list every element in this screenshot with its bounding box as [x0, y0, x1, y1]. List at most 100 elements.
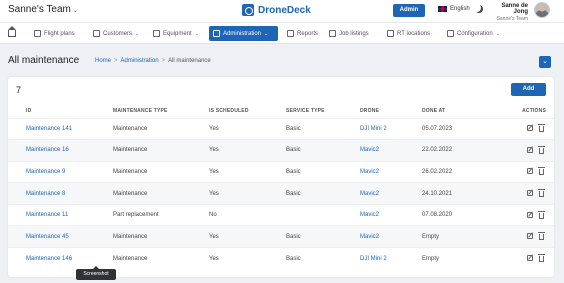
cell-is-scheduled: Yes — [209, 117, 286, 140]
nav-equipment[interactable]: Equipment ⌄ — [149, 26, 203, 41]
drone-link[interactable]: Mavic2 — [360, 191, 379, 197]
trash-icon[interactable] — [538, 254, 545, 263]
maintenance-link[interactable]: Maintenance 141 — [26, 126, 72, 132]
nav-configuration[interactable]: Configuration ⌄ — [443, 26, 504, 41]
row-actions — [508, 254, 554, 263]
edit-icon[interactable] — [527, 146, 533, 153]
table-row[interactable]: Maintenance 45 Maintenance Yes Basic Mavic2 E… — [8, 225, 554, 248]
trash-icon[interactable] — [538, 189, 545, 198]
trash-icon[interactable] — [538, 210, 545, 219]
trash-icon[interactable] — [538, 167, 545, 176]
cell-maintenance-type: Maintenance — [113, 160, 209, 183]
cell-id: Maintenance 16 — [8, 139, 113, 162]
row-actions — [508, 145, 554, 154]
edit-icon[interactable] — [527, 125, 533, 132]
drone-link[interactable]: Mavic2 — [360, 169, 379, 175]
drone-link[interactable]: Mavic2 — [360, 147, 379, 153]
maintenance-link[interactable]: Maintenance 16 — [26, 147, 69, 153]
table-row[interactable]: Maintenance 146 Maintenance Yes Basic DJI Mi… — [8, 247, 554, 270]
table-row[interactable]: Maintenance 9 Maintenance Yes Basic Mavic2 26… — [8, 160, 554, 183]
cell-id: Maintenance 141 — [8, 117, 113, 140]
trash-icon[interactable] — [538, 124, 545, 133]
row-actions — [508, 210, 554, 219]
cell-maintenance-type: Maintenance — [113, 117, 209, 140]
cell-service-type: Basic — [286, 160, 360, 183]
equipment-icon — [153, 30, 160, 37]
cell-done-at: 07.08.2020 — [422, 203, 508, 226]
nav-flight-plans[interactable]: Flight plans — [30, 26, 79, 41]
plane-icon — [34, 30, 41, 37]
column-header-maintenance-type[interactable]: MAINTENANCE TYPE — [113, 104, 209, 118]
trash-icon[interactable] — [538, 145, 545, 154]
nav-reports[interactable]: Reports — [283, 26, 322, 41]
home-icon[interactable] — [8, 26, 16, 37]
cell-actions — [508, 117, 554, 140]
admin-button[interactable]: Admin — [393, 4, 425, 17]
row-actions — [508, 167, 554, 176]
cell-maintenance-type: Part replacement — [113, 203, 209, 226]
nav-label: Reports — [297, 30, 319, 37]
trash-icon[interactable] — [538, 232, 545, 241]
user-menu[interactable]: Sanne de Jong Sanne's Team — [486, 3, 528, 22]
nav-customers[interactable]: Customers ⌄ — [89, 26, 143, 41]
nav-job-listings[interactable]: Job listings — [325, 26, 373, 41]
edit-icon[interactable] — [527, 233, 533, 240]
table-row[interactable]: Maintenance 11 Part replacement No Mavic2 07… — [8, 203, 554, 226]
jobs-icon — [329, 30, 336, 37]
cell-service-type: Basic — [286, 117, 360, 140]
edit-icon[interactable] — [527, 168, 533, 175]
avatar[interactable] — [534, 2, 550, 18]
drone-link[interactable]: DJI Mini 2 — [360, 126, 387, 132]
cell-id: Maintenance 8 — [8, 182, 113, 205]
collapse-toggle-button[interactable]: ⌄ — [539, 56, 551, 68]
cell-service-type: Basic — [286, 247, 360, 270]
reports-icon — [287, 30, 294, 37]
breadcrumb: Home > Administration > All maintenance — [95, 58, 211, 64]
nav-rt-locations[interactable]: RT locations — [383, 26, 434, 41]
cell-id: Maintenance 11 — [8, 203, 113, 226]
maintenance-link[interactable]: Maintenance 11 — [26, 212, 68, 218]
maintenance-link[interactable]: Maintenance 45 — [26, 234, 69, 240]
nav-administration[interactable]: Administration ⌄ — [209, 26, 278, 41]
maintenance-link[interactable]: Maintenance 146 — [26, 256, 72, 262]
table-row[interactable]: Maintenance 8 Maintenance Yes Basic Mavic2 24… — [8, 182, 554, 205]
language-selector[interactable]: English — [438, 6, 470, 12]
cell-drone: Mavic2 — [360, 203, 422, 226]
main-nav: Flight plans Customers ⌄ Equipment ⌄ Admin… — [0, 22, 564, 44]
edit-icon[interactable] — [527, 211, 533, 218]
drone-link[interactable]: Mavic2 — [360, 212, 379, 218]
breadcrumb-current: All maintenance — [168, 58, 211, 64]
column-header-actions: ACTIONS — [522, 107, 546, 114]
column-header-is-scheduled[interactable]: IS SCHEDULED — [209, 104, 286, 118]
cell-done-at: 24.10.2021 — [422, 182, 508, 205]
brand[interactable]: DroneDeck — [242, 4, 311, 16]
cell-done-at: Empty — [422, 225, 508, 248]
uk-flag-icon — [438, 6, 447, 12]
table-row[interactable]: Maintenance 16 Maintenance Yes Basic Mavic2 2… — [8, 139, 554, 162]
drone-link[interactable]: Mavic2 — [360, 234, 379, 240]
table-row[interactable]: Maintenance 141 Maintenance Yes Basic DJI Mi… — [8, 117, 554, 140]
column-header-service-type[interactable]: SERVICE TYPE — [286, 104, 360, 118]
breadcrumb-administration[interactable]: Administration — [121, 58, 159, 64]
edit-icon[interactable] — [527, 255, 533, 262]
row-actions — [508, 232, 554, 241]
drone-link[interactable]: DJI Mini 2 — [360, 256, 387, 262]
page-title: All maintenance — [8, 55, 80, 66]
team-switcher[interactable]: Sanne's Team ⌄ — [8, 4, 78, 15]
dark-mode-toggle-icon[interactable] — [475, 5, 483, 13]
cell-actions — [508, 139, 554, 162]
maintenance-link[interactable]: Maintenance 9 — [26, 169, 65, 175]
breadcrumb-home[interactable]: Home — [95, 58, 111, 64]
column-header-done-at[interactable]: DONE AT — [422, 104, 508, 118]
dronedeck-logo-icon — [242, 4, 254, 16]
breadcrumb-separator: > — [114, 58, 118, 64]
add-button[interactable]: Add — [511, 83, 546, 96]
cell-maintenance-type: Maintenance — [113, 247, 209, 270]
edit-icon[interactable] — [527, 190, 533, 197]
chevron-down-icon: ⌄ — [194, 30, 199, 37]
maintenance-link[interactable]: Maintenance 8 — [26, 191, 65, 197]
cell-maintenance-type: Maintenance — [113, 139, 209, 162]
column-header-drone[interactable]: DRONE — [360, 104, 422, 118]
column-header-id[interactable]: ID — [8, 104, 113, 118]
cell-is-scheduled: No — [209, 203, 286, 226]
